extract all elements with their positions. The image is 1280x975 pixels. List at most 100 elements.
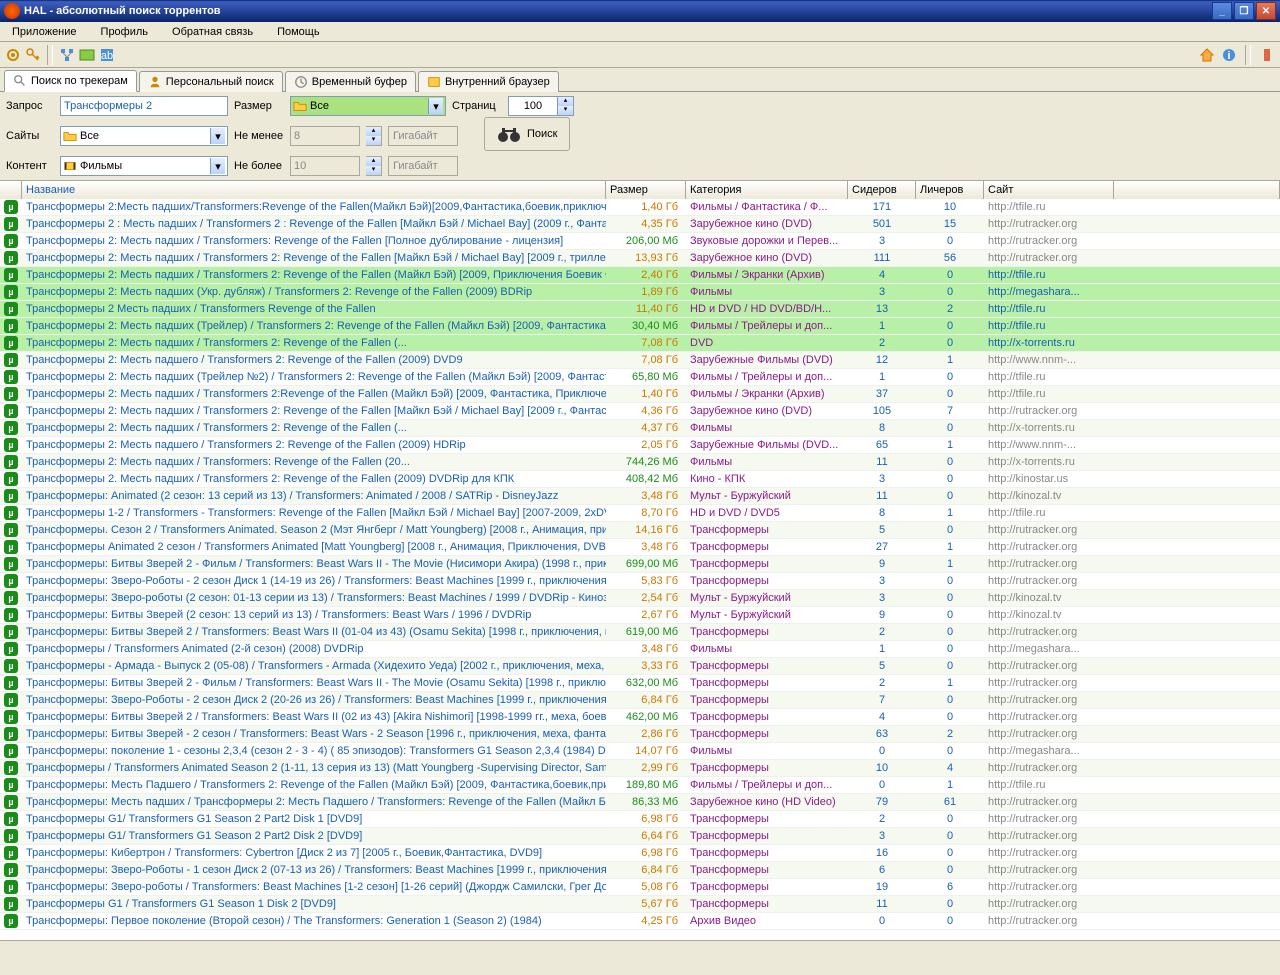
torrent-icon: µ <box>0 828 22 845</box>
spinner-down[interactable]: ▾ <box>558 106 573 115</box>
table-row[interactable]: µТрансформеры / Transformers Animated (2… <box>0 641 1280 658</box>
col-seeders[interactable]: Сидеров <box>848 181 916 199</box>
row-size: 3,48 Гб <box>606 539 686 556</box>
table-row[interactable]: µТрансформеры 2: Месть падших / Transfor… <box>0 250 1280 267</box>
table-row[interactable]: µТрансформеры 2: Месть падших (Укр. дубл… <box>0 284 1280 301</box>
table-row[interactable]: µТрансформеры: Месть Падшего / Transform… <box>0 777 1280 794</box>
row-category: DVD <box>686 335 848 352</box>
key-icon[interactable] <box>24 46 42 64</box>
col-category[interactable]: Категория <box>686 181 848 199</box>
table-row[interactable]: µТрансформеры 2: Месть падших / Transfor… <box>0 454 1280 471</box>
spinner-up: ▴ <box>366 157 381 166</box>
menu-profile[interactable]: Профиль <box>97 24 153 40</box>
tab-browser[interactable]: Внутренний браузер <box>418 71 559 92</box>
table-row[interactable]: µТрансформеры: Зверо-Роботы - 2 сезон Ди… <box>0 692 1280 709</box>
menu-app[interactable]: Приложение <box>8 24 81 40</box>
table-row[interactable]: µТрансформеры: поколение 1 - сезоны 2,3,… <box>0 743 1280 760</box>
row-leechers: 6 <box>916 879 984 896</box>
table-row[interactable]: µТрансформеры 2: Месть падших / Transfor… <box>0 386 1280 403</box>
tab-tracker-search[interactable]: Поиск по трекерам <box>4 70 137 92</box>
table-row[interactable]: µТрансформеры: Битвы Зверей 2 - Фильм / … <box>0 675 1280 692</box>
table-row[interactable]: µТрансформеры. Сезон 2 / Transformers An… <box>0 522 1280 539</box>
table-row[interactable]: µТрансформеры 2: Месть падшего / Transfo… <box>0 352 1280 369</box>
search-button[interactable]: Поиск <box>484 117 570 151</box>
table-row[interactable]: µТрансформеры 2: Месть падших / Transfor… <box>0 335 1280 352</box>
exit-icon[interactable] <box>1258 46 1276 64</box>
row-size: 5,67 Гб <box>606 896 686 913</box>
query-input[interactable] <box>60 96 228 116</box>
word-icon[interactable]: ab <box>98 46 116 64</box>
table-row[interactable]: µТрансформеры G1 / Transformers G1 Seaso… <box>0 896 1280 913</box>
row-name: Трансформеры 2: Месть падшего / Transfor… <box>22 437 606 454</box>
table-row[interactable]: µТрансформеры: Зверо-роботы (2 сезон: 01… <box>0 590 1280 607</box>
table-row[interactable]: µТрансформеры: Битвы Зверей 2 / Transfor… <box>0 709 1280 726</box>
row-category: Фильмы / Трейлеры и доп... <box>686 318 848 335</box>
spinner-up[interactable]: ▴ <box>558 97 573 106</box>
col-site[interactable]: Сайт <box>984 181 1114 199</box>
row-site: http://kinostar.us <box>984 471 1114 488</box>
close-button[interactable]: ✕ <box>1256 2 1276 20</box>
content-combo[interactable]: Фильмы ▾ <box>60 156 228 176</box>
binoculars-icon <box>497 125 521 143</box>
table-row[interactable]: µТрансформеры 2 : Месть падших / Transfo… <box>0 216 1280 233</box>
size-combo[interactable]: Все ▾ <box>290 96 446 116</box>
table-row[interactable]: µТрансформеры: Битвы Зверей 2 - Фильм / … <box>0 556 1280 573</box>
row-size: 5,83 Гб <box>606 573 686 590</box>
row-seeders: 111 <box>848 250 916 267</box>
table-row[interactable]: µТрансформеры: Месть падших / Трансформе… <box>0 794 1280 811</box>
table-row[interactable]: µТрансформеры 2: Месть падших / Transfor… <box>0 420 1280 437</box>
row-size: 1,40 Гб <box>606 386 686 403</box>
row-size: 8,70 Гб <box>606 505 686 522</box>
table-row[interactable]: µТрансформеры: Зверо-Роботы - 1 сезон Ди… <box>0 862 1280 879</box>
table-row[interactable]: µТрансформеры 2: Месть падших (Трейлер) … <box>0 318 1280 335</box>
row-site: http://megashara... <box>984 743 1114 760</box>
tab-personal-search[interactable]: Персональный поиск <box>139 71 283 92</box>
tab-label: Персональный поиск <box>166 76 274 88</box>
col-icon[interactable] <box>0 181 22 199</box>
gear-icon[interactable] <box>4 46 22 64</box>
table-row[interactable]: µТрансформеры G1/ Transformers G1 Season… <box>0 811 1280 828</box>
row-category: Трансформеры <box>686 539 848 556</box>
table-row[interactable]: µТрансформеры G1/ Transformers G1 Season… <box>0 828 1280 845</box>
pages-input[interactable] <box>508 96 558 116</box>
info-icon[interactable]: i <box>1220 46 1238 64</box>
sites-combo[interactable]: Все ▾ <box>60 126 228 146</box>
table-row[interactable]: µТрансформеры: Кибертрон / Transformers:… <box>0 845 1280 862</box>
torrent-icon: µ <box>0 777 22 794</box>
col-size[interactable]: Размер <box>606 181 686 199</box>
pages-spinner[interactable]: ▴▾ <box>508 96 574 116</box>
table-row[interactable]: µТрансформеры 2: Месть падших / Transfor… <box>0 267 1280 284</box>
minimize-button[interactable]: _ <box>1212 2 1232 20</box>
table-row[interactable]: µТрансформеры 2 Месть падших / Transform… <box>0 301 1280 318</box>
table-row[interactable]: µТрансформеры: Зверо-роботы / Transforme… <box>0 879 1280 896</box>
col-leechers[interactable]: Личеров <box>916 181 984 199</box>
table-row[interactable]: µТрансформеры 2. Месть падших / Transfor… <box>0 471 1280 488</box>
table-row[interactable]: µТрансформеры: Битвы Зверей - 2 сезон / … <box>0 726 1280 743</box>
col-name[interactable]: Название <box>22 181 606 199</box>
table-row[interactable]: µТрансформеры: Битвы Зверей 2 / Transfor… <box>0 624 1280 641</box>
table-row[interactable]: µТрансформеры 2: Месть падших / Transfor… <box>0 403 1280 420</box>
table-row[interactable]: µТрансформеры 2: Месть падшего / Transfo… <box>0 437 1280 454</box>
table-row[interactable]: µТрансформеры: Битвы Зверей (2 сезон: 13… <box>0 607 1280 624</box>
table-row[interactable]: µТрансформеры 2: Месть падших / Transfor… <box>0 233 1280 250</box>
menu-feedback[interactable]: Обратная связь <box>168 24 257 40</box>
row-site: http://rutracker.org <box>984 726 1114 743</box>
site-icon[interactable] <box>78 46 96 64</box>
table-row[interactable]: µТрансформеры / Transformers Animated Se… <box>0 760 1280 777</box>
window-title: HAL - абсолютный поиск торрентов <box>24 5 221 17</box>
table-row[interactable]: µТрансформеры: Animated (2 сезон: 13 сер… <box>0 488 1280 505</box>
table-row[interactable]: µТрансформеры 1-2 / Transformers - Trans… <box>0 505 1280 522</box>
table-row[interactable]: µТрансформеры 2: Месть падших (Трейлер №… <box>0 369 1280 386</box>
table-row[interactable]: µТрансформеры - Армада - Выпуск 2 (05-08… <box>0 658 1280 675</box>
row-size: 189,80 Мб <box>606 777 686 794</box>
tab-temp-buffer[interactable]: Временный буфер <box>285 71 416 92</box>
table-row[interactable]: µТрансформеры: Первое поколение (Второй … <box>0 913 1280 930</box>
maximize-button[interactable]: ❐ <box>1234 2 1254 20</box>
row-seeders: 11 <box>848 454 916 471</box>
tree-icon[interactable] <box>58 46 76 64</box>
table-row[interactable]: µТрансформеры: Зверо-Роботы - 2 сезон Ди… <box>0 573 1280 590</box>
table-row[interactable]: µТрансформеры Animated 2 сезон / Transfo… <box>0 539 1280 556</box>
table-row[interactable]: µТрансформеры 2:Месть падших/Transformer… <box>0 199 1280 216</box>
home-icon[interactable] <box>1198 46 1216 64</box>
menu-help[interactable]: Помощь <box>273 24 324 40</box>
